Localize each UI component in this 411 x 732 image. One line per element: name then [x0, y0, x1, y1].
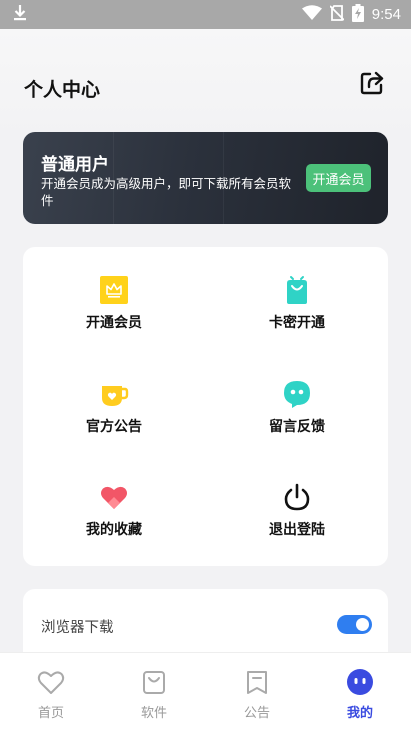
- download-icon: [12, 4, 28, 26]
- menu-item-label: 卡密开通: [269, 315, 325, 331]
- member-description: 开通会员成为高级用户，即可下载所有会员软件: [41, 176, 292, 208]
- menu-item-label: 开通会员: [86, 315, 142, 331]
- heart-icon: [99, 482, 129, 512]
- nav-item-software[interactable]: 软件: [119, 667, 189, 721]
- browser-download-toggle[interactable]: [337, 615, 372, 634]
- menu-item-label: 退出登陆: [269, 522, 325, 538]
- nav-label: 首页: [37, 706, 64, 721]
- share-button[interactable]: [358, 71, 386, 99]
- status-bar: 9:54: [0, 0, 411, 29]
- crown-icon: [99, 275, 129, 305]
- no-sim-icon: [329, 4, 345, 25]
- share-icon: [359, 70, 385, 100]
- power-icon: [282, 482, 312, 512]
- shopping-bag-icon: [282, 275, 312, 305]
- status-time: 9:54: [371, 6, 401, 23]
- nav-item-announcements[interactable]: 公告: [222, 667, 292, 721]
- menu-item-label: 我的收藏: [86, 522, 142, 538]
- bookmark-outline-icon: [242, 667, 272, 697]
- battery-charging-icon: [351, 3, 364, 26]
- menu-item-open-membership[interactable]: 开通会员: [39, 275, 189, 345]
- heart-outline-icon: [36, 667, 66, 697]
- header: 个人中心: [0, 29, 411, 139]
- toggle-knob: [356, 618, 369, 631]
- open-membership-button[interactable]: 开通会员: [306, 164, 371, 192]
- menu-item-announcements[interactable]: 官方公告: [39, 379, 189, 449]
- bottom-nav: 首页 软件 公告 我的: [0, 652, 411, 732]
- nav-item-mine[interactable]: 我的: [325, 667, 395, 721]
- menu-item-logout[interactable]: 退出登陆: [222, 482, 372, 552]
- menu-grid: 开通会员 卡密开通 官方公告 留言反馈 我的收藏 退出登陆: [23, 247, 388, 566]
- cup-icon: [99, 379, 129, 409]
- bag-outline-icon: [139, 667, 169, 697]
- menu-item-card-activation[interactable]: 卡密开通: [222, 275, 372, 345]
- profile-face-icon: [345, 667, 375, 697]
- nav-label: 软件: [140, 706, 167, 721]
- nav-item-home[interactable]: 首页: [16, 667, 86, 721]
- member-level-title: 普通用户: [41, 155, 109, 175]
- wifi-icon: [301, 4, 322, 25]
- nav-label: 我的: [346, 706, 373, 721]
- chat-bubble-icon: [282, 379, 312, 409]
- page-title: 个人中心: [24, 79, 101, 101]
- nav-label: 公告: [243, 706, 270, 721]
- menu-item-feedback[interactable]: 留言反馈: [222, 379, 372, 449]
- menu-item-label: 留言反馈: [269, 419, 325, 435]
- browser-download-label: 浏览器下载: [41, 620, 114, 636]
- menu-item-label: 官方公告: [86, 419, 142, 435]
- menu-item-favorites[interactable]: 我的收藏: [39, 482, 189, 552]
